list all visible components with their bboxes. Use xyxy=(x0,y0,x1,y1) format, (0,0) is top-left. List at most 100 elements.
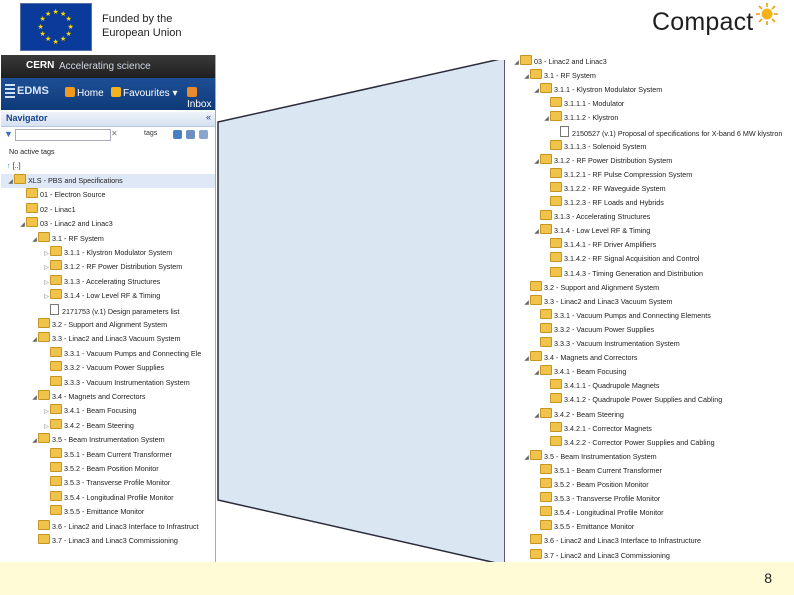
tree-item[interactable]: ◢ 03 - Linac2 and Linac3 xyxy=(19,217,113,231)
collapsed-arrow-icon[interactable]: ▷ xyxy=(43,420,50,434)
tree-item[interactable]: 3.3.1 - Vacuum Pumps and Connecting Elem… xyxy=(533,308,711,323)
tree-item[interactable]: ◢ 3.1.1.2 - Klystron xyxy=(543,111,618,125)
filter-icon[interactable]: ▼ xyxy=(4,129,13,139)
tree-item[interactable]: ◢ 3.4 - Magnets and Correctors xyxy=(523,351,637,365)
tree-item[interactable]: ◢ 3.1.1 - Klystron Modulator System xyxy=(533,83,662,97)
tree-item[interactable]: 3.5.4 - Longitudinal Profile Monitor xyxy=(43,490,173,505)
tree-item[interactable]: ▷ 3.4.1 - Beam Focusing xyxy=(43,404,136,418)
tag-view-icon[interactable] xyxy=(173,130,182,139)
clear-filter-icon[interactable]: ✕ xyxy=(111,129,118,138)
tree-item[interactable]: ▷ 3.1.2 - RF Power Distribution System xyxy=(43,260,182,274)
tree-item[interactable]: ◢ 3.1 - RF System xyxy=(523,69,596,83)
tree-item[interactable]: 3.6 - Linac2 and Linac3 Interface to Inf… xyxy=(523,534,701,548)
tags-label[interactable]: tags xyxy=(144,130,157,137)
tree-item[interactable]: 3.3.3 - Vacuum Instrumentation System xyxy=(43,375,190,390)
collapsed-arrow-icon[interactable]: ▷ xyxy=(43,247,50,261)
expanded-arrow-icon[interactable]: ◢ xyxy=(523,451,530,465)
tree-item[interactable]: 3.5.1 - Beam Current Transformer xyxy=(43,447,172,462)
collapsed-arrow-icon[interactable]: ▷ xyxy=(43,276,50,290)
tree-item[interactable]: ◢ 3.1.2 - RF Power Distribution System xyxy=(533,153,672,169)
collapsed-arrow-icon[interactable]: ▷ xyxy=(43,290,50,304)
tree-item[interactable]: ◢ 3.1.4 - Low Level RF & Timing xyxy=(533,224,650,238)
tree-item[interactable]: 2171753 (v.1) Design parameters list xyxy=(43,303,179,318)
expanded-arrow-icon[interactable]: ◢ xyxy=(31,391,38,405)
edms-logo[interactable]: EDMS xyxy=(5,84,49,98)
collapsed-arrow-icon[interactable]: ▷ xyxy=(43,261,50,275)
tree-item[interactable]: 3.2 - Support and Alignment System xyxy=(523,280,659,295)
tree-item[interactable]: 3.5.2 - Beam Position Monitor xyxy=(43,462,159,476)
tree-item[interactable]: 3.3.2 - Vacuum Power Supplies xyxy=(533,322,654,337)
tree-item[interactable]: 3.1.2.1 - RF Pulse Compression System xyxy=(543,167,692,182)
tree-item[interactable]: 3.5.5 - Emittance Monitor xyxy=(533,520,634,534)
tree-item[interactable]: 3.2 - Support and Alignment System xyxy=(31,318,167,332)
tree-item[interactable]: ◢ XLS - PBS and Specifications xyxy=(1,174,215,188)
menu-home[interactable]: Home xyxy=(65,87,104,99)
collapsed-arrow-icon[interactable]: ▷ xyxy=(43,405,50,419)
tree-item[interactable]: 3.5.4 - Longitudinal Profile Monitor xyxy=(533,506,663,520)
tag-list-icon[interactable] xyxy=(186,130,195,139)
tree-item[interactable]: ▷ 3.1.4 - Low Level RF & Timing xyxy=(43,289,160,303)
tree-item[interactable]: 3.4.1.2 - Quadrupole Power Supplies and … xyxy=(543,393,722,407)
tree-item[interactable]: 3.1.1.1 - Modulator xyxy=(543,97,624,111)
expanded-arrow-icon[interactable]: ◢ xyxy=(31,434,38,448)
tag-edit-icon[interactable] xyxy=(199,130,208,139)
tree-item[interactable]: 3.1.1.3 - Solenoid System xyxy=(543,139,646,154)
menu-inbox[interactable]: Inbox xyxy=(187,87,215,110)
tree-item[interactable]: ◢ 3.1 - RF System xyxy=(31,231,104,247)
expanded-arrow-icon[interactable]: ◢ xyxy=(533,155,540,169)
tree-item[interactable]: ◢ 3.5 - Beam Instrumentation System xyxy=(31,433,165,447)
expanded-arrow-icon[interactable]: ◢ xyxy=(523,296,530,310)
expanded-arrow-icon[interactable]: ◢ xyxy=(523,70,530,84)
expanded-arrow-icon[interactable]: ◢ xyxy=(513,56,520,70)
tree-item[interactable]: 3.3.2 - Vacuum Power Supplies xyxy=(43,361,164,375)
tree-item[interactable]: 3.1.4.3 - Timing Generation and Distribu… xyxy=(543,266,703,281)
tree-item[interactable]: 2150527 (v.1) Proposal of specifications… xyxy=(553,125,782,140)
tree-item-label: 3.4.2 - Beam Steering xyxy=(554,409,624,419)
up-level-link[interactable]: ↑ [..] xyxy=(7,159,21,173)
tree-item[interactable]: ◢ 3.4.2 - Beam Steering xyxy=(533,407,624,423)
tree-item[interactable]: ◢ 03 - Linac2 and Linac3 xyxy=(513,55,607,69)
tree-item[interactable]: 3.1.3 - Accelerating Structures xyxy=(533,210,650,224)
tree-item[interactable]: 3.3.1 - Vacuum Pumps and Connecting Ele xyxy=(43,346,201,361)
expanded-arrow-icon[interactable]: ◢ xyxy=(19,218,26,232)
expanded-arrow-icon[interactable]: ◢ xyxy=(7,175,14,189)
tree-item[interactable]: 3.5.2 - Beam Position Monitor xyxy=(533,478,649,492)
tree-item[interactable]: 3.1.2.2 - RF Waveguide System xyxy=(543,181,666,196)
expanded-arrow-icon[interactable]: ◢ xyxy=(31,233,38,247)
expanded-arrow-icon[interactable]: ◢ xyxy=(533,225,540,239)
tree-item[interactable]: 01 - Electron Source xyxy=(19,188,106,202)
tree-item[interactable]: 3.4.1.1 - Quadrupole Magnets xyxy=(543,379,660,393)
tree-item[interactable]: ◢ 3.3 - Linac2 and Linac3 Vacuum System xyxy=(523,294,673,310)
tree-item[interactable]: ▷ 3.4.2 - Beam Steering xyxy=(43,418,134,434)
tree-item[interactable]: ▷ 3.1.1 - Klystron Modulator System xyxy=(43,246,172,260)
folder-icon xyxy=(550,266,562,277)
tree-item[interactable]: 02 - Linac1 xyxy=(19,202,76,217)
tree-item[interactable]: ◢ 3.4 - Magnets and Correctors xyxy=(31,390,145,404)
tree-item[interactable]: 3.6 - Linac2 and Linac3 Interface to Inf… xyxy=(31,519,199,534)
collapse-icon[interactable]: « xyxy=(206,112,211,122)
tree-item[interactable]: 3.7 - Linac3 and Linac3 Commissioning xyxy=(31,534,178,548)
expanded-arrow-icon[interactable]: ◢ xyxy=(543,112,550,126)
tree-item[interactable]: 3.1.4.1 - RF Driver Amplifiers xyxy=(543,238,656,252)
tree-item[interactable]: 3.5.5 - Emittance Monitor xyxy=(43,505,144,519)
menu-favourites[interactable]: Favourites ▾ xyxy=(111,87,178,99)
expanded-arrow-icon[interactable]: ◢ xyxy=(31,333,38,347)
tree-item[interactable]: 3.7 - Linac2 and Linac3 Commissioning xyxy=(523,548,670,563)
tree-item[interactable]: ▷ 3.1.3 - Accelerating Structures xyxy=(43,274,160,290)
tree-item[interactable]: 3.4.2.1 - Corrector Magnets xyxy=(543,421,652,436)
tree-item[interactable]: ◢ 3.5 - Beam Instrumentation System xyxy=(523,449,657,465)
tree-item[interactable]: 3.5.3 - Transverse Profile Monitor xyxy=(533,492,660,506)
tree-item[interactable]: 3.4.2.2 - Corrector Power Supplies and C… xyxy=(543,435,715,450)
expanded-arrow-icon[interactable]: ◢ xyxy=(523,352,530,366)
expanded-arrow-icon[interactable]: ◢ xyxy=(533,409,540,423)
expanded-arrow-icon[interactable]: ◢ xyxy=(533,366,540,380)
tree-item[interactable]: 3.5.3 - Transverse Profile Monitor xyxy=(43,476,170,490)
tree-item[interactable]: 3.5.1 - Beam Current Transformer xyxy=(533,463,662,478)
tree-item[interactable]: 3.3.3 - Vacuum Instrumentation System xyxy=(533,337,680,351)
tree-item[interactable]: ◢ 3.4.1 - Beam Focusing xyxy=(533,365,626,379)
tree-item[interactable]: 3.1.4.2 - RF Signal Acquisition and Cont… xyxy=(543,252,699,266)
tree-item[interactable]: 3.1.2.3 - RF Loads and Hybrids xyxy=(543,196,664,210)
expanded-arrow-icon[interactable]: ◢ xyxy=(533,84,540,98)
tree-item[interactable]: ◢ 3.3 - Linac2 and Linac3 Vacuum System xyxy=(31,332,181,346)
filter-input[interactable] xyxy=(15,129,111,141)
